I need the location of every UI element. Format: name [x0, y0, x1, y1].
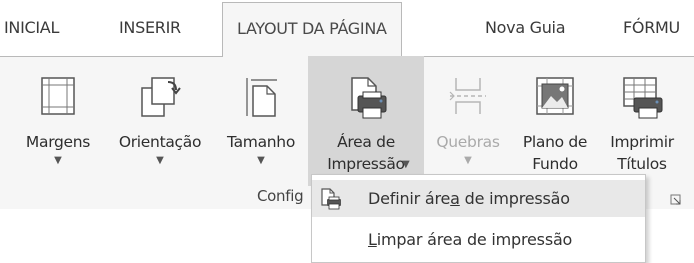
tab-inserir[interactable]: INSERIR — [119, 18, 181, 37]
size-button[interactable]: Tamanho ▼ — [214, 56, 308, 186]
orientation-dropdown-arrow-icon: ▼ — [156, 155, 164, 166]
breaks-icon — [448, 76, 488, 120]
size-dropdown-arrow-icon: ▼ — [257, 155, 265, 166]
set-print-area-label: Definir área de impressão — [368, 189, 570, 208]
margins-button[interactable]: Margens ▼ — [10, 56, 106, 186]
breaks-dropdown-arrow-icon: ▼ — [464, 155, 472, 166]
print-area-dropdown-arrow-icon: ▼ — [402, 159, 410, 170]
margins-icon — [40, 76, 76, 120]
menu-item-set-print-area[interactable]: Definir área de impressão — [312, 180, 645, 217]
group-label-page-setup: Config — [257, 187, 304, 205]
clear-print-area-label: Limpar área de impressão — [368, 230, 573, 249]
size-label: Tamanho — [226, 133, 296, 151]
background-icon — [535, 76, 575, 120]
print-titles-label: Imprimir Títulos — [610, 133, 674, 173]
orientation-button[interactable]: Orientação ▼ — [106, 56, 214, 186]
print-area-icon — [344, 76, 388, 126]
tab-nova-guia[interactable]: Nova Guia — [485, 18, 566, 37]
size-icon — [243, 76, 279, 122]
tab-formulas[interactable]: FÓRMU — [623, 18, 680, 37]
orientation-label: Orientação — [118, 133, 202, 151]
margins-dropdown-arrow-icon: ▼ — [54, 155, 62, 166]
tab-inicial[interactable]: INICIAL — [4, 18, 59, 37]
ribbon-tab-bar: INICIAL INSERIR LAYOUT DA PÁGINA Nova Gu… — [0, 0, 694, 57]
breaks-button: Quebras ▼ — [424, 56, 512, 186]
orientation-icon — [138, 76, 182, 122]
print-area-button[interactable]: Área de Impressão ▼ — [308, 56, 424, 186]
background-button[interactable]: Plano de Fundo — [512, 56, 598, 186]
breaks-label: Quebras — [436, 133, 500, 151]
tab-layout-da-pagina[interactable]: LAYOUT DA PÁGINA — [222, 2, 402, 57]
margins-label: Margens — [25, 133, 91, 151]
background-label: Plano de Fundo — [522, 133, 588, 173]
print-titles-icon — [620, 76, 664, 124]
print-titles-button[interactable]: Imprimir Títulos — [598, 56, 686, 186]
set-print-area-icon — [320, 188, 342, 214]
menu-item-clear-print-area[interactable]: Limpar área de impressão — [312, 221, 645, 258]
print-area-menu: Definir área de impressão Limpar área de… — [311, 174, 646, 263]
dialog-launcher-icon[interactable] — [670, 191, 682, 210]
